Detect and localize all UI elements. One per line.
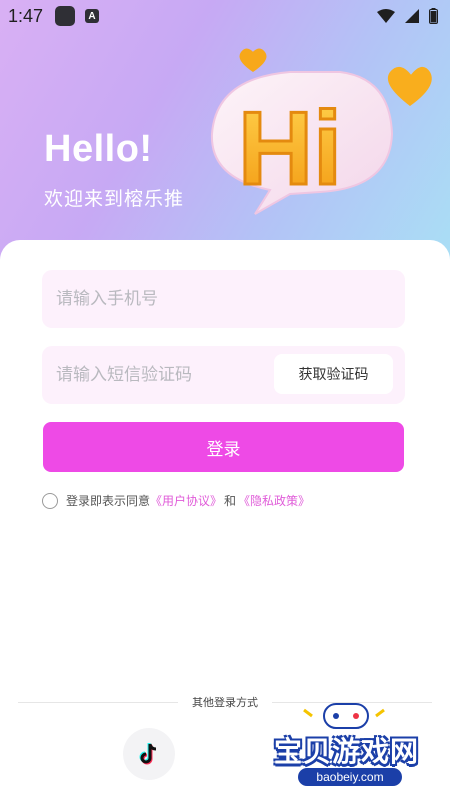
sms-code-input[interactable] [56,365,256,385]
greeting-title: Hello! [44,128,153,170]
wifi-icon [377,9,395,23]
agreement-and: 和 [224,494,237,508]
get-code-button[interactable]: 获取验证码 [274,354,393,394]
divider-line-left [18,701,178,703]
login-button[interactable]: 登录 [43,422,404,472]
agreement-checkbox[interactable] [42,492,58,509]
privacy-policy-link[interactable]: 《隐私政策》 [238,492,310,509]
hi-bubble-illustration: Hi [210,48,432,215]
battery-icon [429,8,438,24]
hi-art-text: Hi [238,91,342,207]
tiktok-icon [139,743,157,765]
other-login-title: 其他登录方式 [192,696,258,709]
status-time: 1:47 [8,5,44,26]
tiktok-login-button[interactable] [123,728,175,780]
watermark-logo: 宝贝游戏网 baobeiy.com [264,700,434,796]
notification-letter-icon: A [85,9,100,23]
signal-icon [405,9,419,23]
watermark-title: 宝贝游戏网 [274,735,420,768]
status-bar: 1:47 A [0,0,450,32]
app-notification-icon [55,6,76,26]
watermark-url: baobeiy.com [298,768,402,786]
sms-code-field: 获取验证码 [42,346,405,404]
user-agreement-link[interactable]: 《用户协议》 [150,492,222,509]
welcome-subtitle: 欢迎来到榕乐推 [44,188,185,210]
agreement-prefix: 登录即表示同意 [66,494,151,508]
hero-banner: 1:47 A Hello! 欢迎来到榕乐推 Hi [0,0,450,280]
phone-input[interactable] [56,289,256,309]
phone-field [42,270,405,328]
agreement-row: 登录即表示同意 《用户协议》 和 《隐私政策》 [42,492,310,509]
